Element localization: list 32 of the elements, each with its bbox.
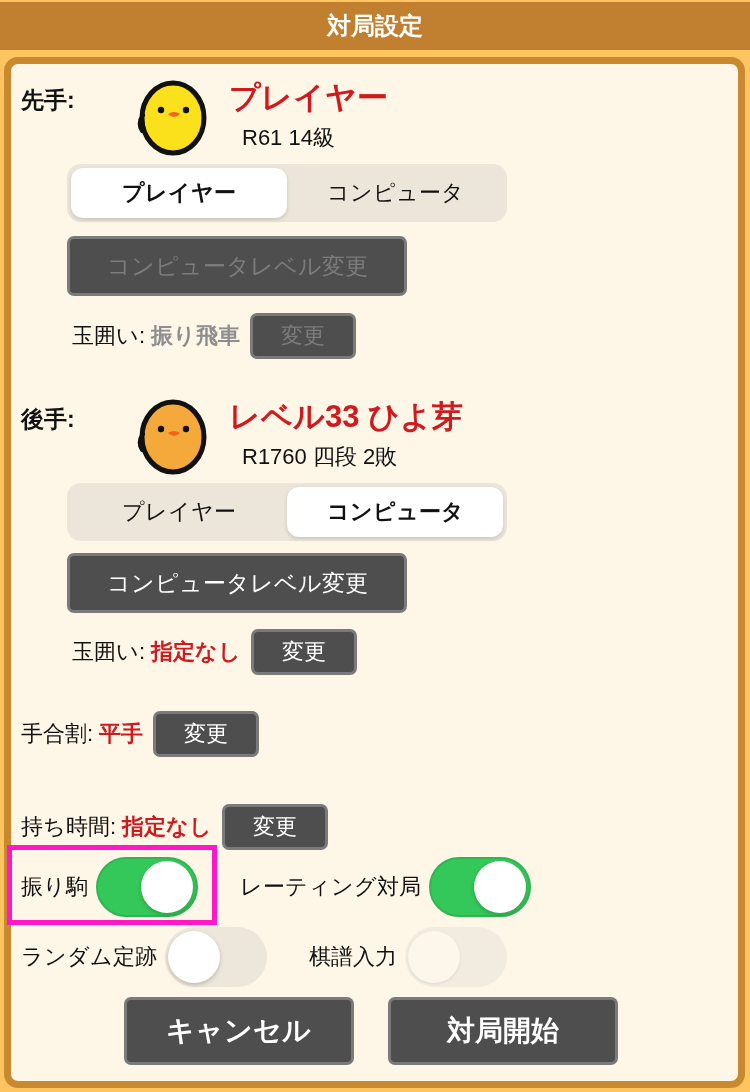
toggle-label: 振り駒 xyxy=(21,873,88,901)
castle-label: 玉囲い: xyxy=(72,322,146,350)
dialog-title: 対局設定 xyxy=(327,11,423,41)
mode-segment[interactable]: プレイヤー xyxy=(71,168,287,218)
mode-segment[interactable]: コンピュータ xyxy=(287,168,503,218)
toggle-label: 棋譜入力 xyxy=(309,943,397,971)
player-name: プレイヤー xyxy=(229,79,388,117)
player-rating: R61 14級 xyxy=(241,124,335,152)
toggle-switch[interactable] xyxy=(429,857,531,917)
castle-label: 玉囲い: xyxy=(72,638,146,666)
castle-value: 振り飛車 xyxy=(151,322,241,350)
setting-value: 指定なし xyxy=(122,813,213,841)
setting-label: 持ち時間: xyxy=(21,813,117,841)
side-label: 後手: xyxy=(21,405,76,434)
toggle-switch[interactable] xyxy=(96,857,198,917)
setting-value: 平手 xyxy=(99,720,144,748)
player-rating: R1760 四段 2敗 xyxy=(241,443,398,471)
castle-value: 指定なし xyxy=(151,638,242,666)
change-button[interactable]: 変更 xyxy=(153,711,260,757)
change-button[interactable]: 変更 xyxy=(251,629,358,675)
toggle-label: レーティング対局 xyxy=(240,873,421,901)
computer-level-button[interactable]: コンピュータレベル変更 xyxy=(67,553,407,613)
action-button[interactable]: 対局開始 xyxy=(387,997,618,1065)
action-button[interactable]: キャンセル xyxy=(123,997,354,1065)
setting-label: 手合割: xyxy=(21,720,94,748)
toggle-switch[interactable] xyxy=(165,927,267,987)
change-button[interactable]: 変更 xyxy=(222,804,329,850)
toggle-label: ランダム定跡 xyxy=(21,943,157,971)
mode-segment[interactable]: コンピュータ xyxy=(287,487,503,537)
mode-segment[interactable]: プレイヤー xyxy=(71,487,287,537)
player-name: レベル33 ひよ芽 xyxy=(229,398,464,436)
side-label: 先手: xyxy=(21,86,76,115)
